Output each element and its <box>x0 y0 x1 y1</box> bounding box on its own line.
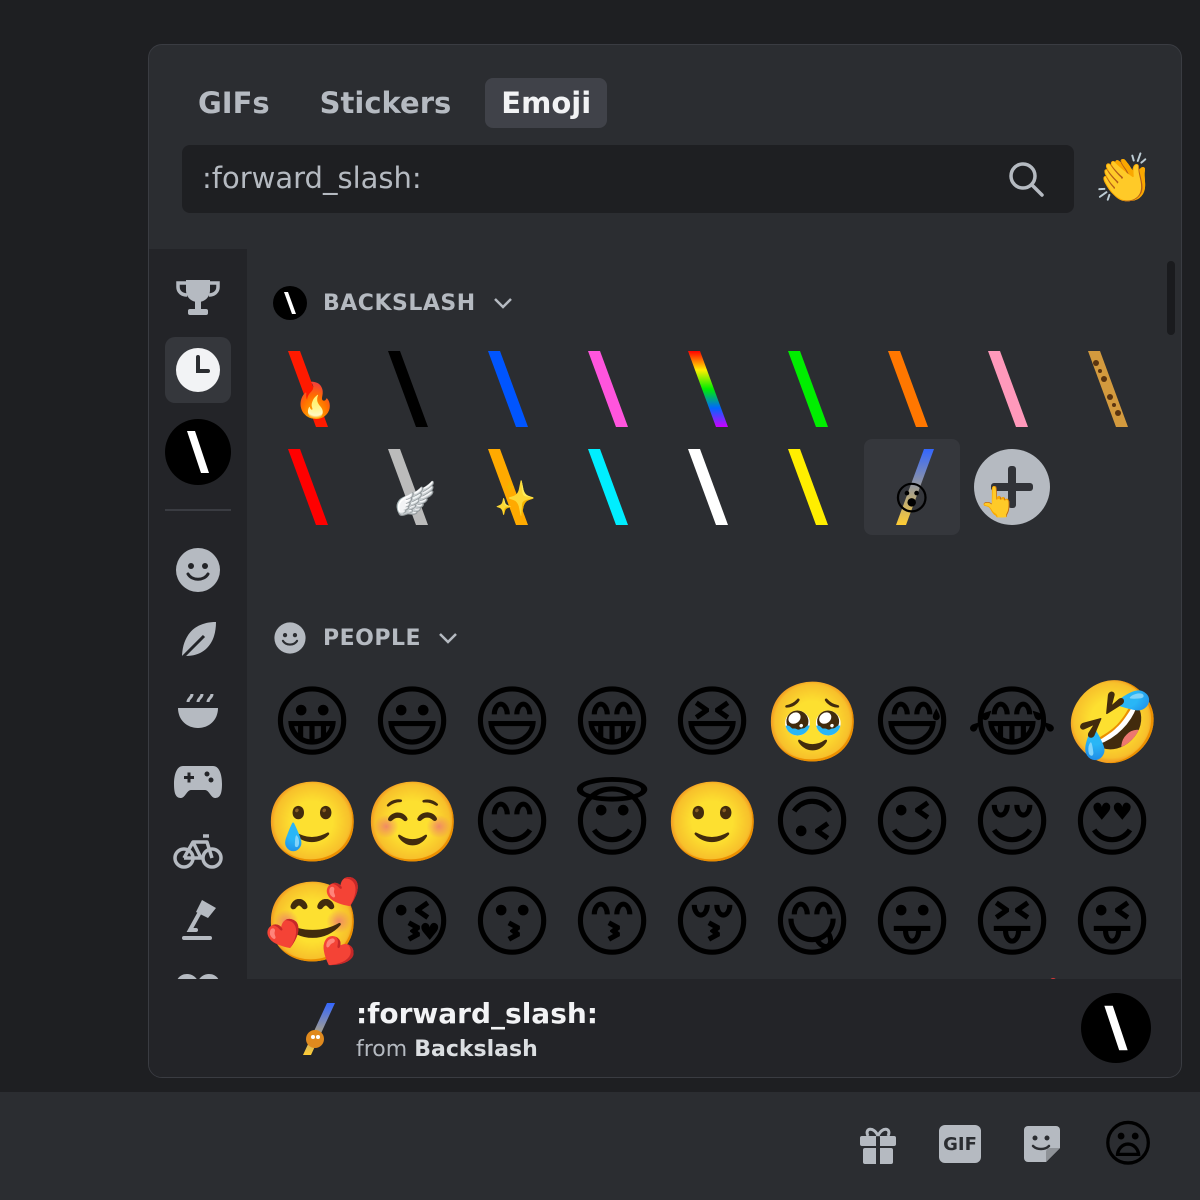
people-emoji[interactable]: 😂 <box>964 675 1060 771</box>
chevron-down-icon <box>439 633 457 644</box>
leopard-slash-emoji[interactable] <box>1064 341 1160 437</box>
category-label: PEOPLE <box>323 625 422 651</box>
people-emoji[interactable]: 😃 <box>364 675 460 771</box>
people-emoji[interactable]: 😀 <box>264 675 360 771</box>
people-emoji[interactable]: 😊 <box>464 775 560 871</box>
bicycle-icon[interactable] <box>165 817 231 883</box>
scrollbar-thumb[interactable] <box>1167 261 1175 335</box>
people-emoji[interactable]: 😉 <box>864 775 960 871</box>
green-slash-emoji[interactable] <box>764 341 860 437</box>
people-emoji[interactable]: 😚 <box>664 875 760 971</box>
from-server: Backslash <box>414 1037 538 1062</box>
emoji-picker: GIFs Stickers Emoji :forward_slash: 👏 BA… <box>148 44 1182 1078</box>
people-emoji[interactable]: 😘 <box>364 875 460 971</box>
backslash-server-icon[interactable] <box>165 419 231 485</box>
people-emoji[interactable]: 😇 <box>564 775 660 871</box>
backslash-server-icon <box>273 286 307 320</box>
magenta-slash-emoji[interactable] <box>564 341 660 437</box>
people-emoji[interactable]: 😁 <box>564 675 660 771</box>
people-emoji[interactable]: 😅 <box>864 675 960 771</box>
blue-slash-emoji[interactable] <box>464 341 560 437</box>
lamp-icon[interactable] <box>165 887 231 953</box>
preview-emoji-source: from Backslash <box>356 1037 538 1062</box>
white-slash-emoji[interactable] <box>664 439 760 535</box>
category-header-backslash[interactable]: BACKSLASH <box>273 286 514 320</box>
search-input[interactable]: :forward_slash: <box>182 145 1074 213</box>
gif-label: GIF <box>939 1125 981 1163</box>
gamepad-icon[interactable] <box>165 747 231 813</box>
people-emoji[interactable]: 😝 <box>964 875 1060 971</box>
people-emoji[interactable]: 😗 <box>464 875 560 971</box>
tab-stickers[interactable]: Stickers <box>304 78 468 128</box>
category-label: BACKSLASH <box>323 290 476 316</box>
smiley-icon[interactable] <box>165 537 231 603</box>
star-slash-emoji[interactable]: ✨ <box>464 439 560 535</box>
people-emoji[interactable]: 😆 <box>664 675 760 771</box>
pink-slash-emoji[interactable] <box>964 341 1060 437</box>
people-emoji[interactable]: 😜 <box>1064 875 1160 971</box>
category-header-people[interactable]: PEOPLE <box>273 621 459 655</box>
emoji-button[interactable]: 😦 <box>1098 1114 1158 1174</box>
fire-slash-emoji[interactable]: 🔥 <box>264 341 360 437</box>
people-emoji[interactable]: 🥲 <box>264 775 361 871</box>
yellow-slash-emoji[interactable] <box>764 439 860 535</box>
emoji-overlay: 🪽 <box>394 479 437 519</box>
people-emoji[interactable]: 😙 <box>564 875 660 971</box>
tab-emoji[interactable]: Emoji <box>485 78 608 128</box>
smiley-icon <box>274 622 306 654</box>
emoji-overlay: ✨ <box>494 479 537 519</box>
emoji-overlay: 😮 <box>894 479 930 519</box>
winged-slash-emoji[interactable]: 🪽 <box>364 439 460 535</box>
forward-slash-emoji-preview <box>303 1003 335 1055</box>
forward-slash-emoji[interactable]: 😮 <box>864 439 960 535</box>
gif-button[interactable]: GIF <box>934 1118 986 1170</box>
cyan-slash-emoji[interactable] <box>564 439 660 535</box>
people-emoji[interactable]: 😋 <box>764 875 860 971</box>
rainbow-slash-emoji[interactable] <box>664 341 760 437</box>
from-prefix: from <box>356 1037 408 1062</box>
trophy-icon[interactable] <box>165 265 231 331</box>
gift-icon[interactable] <box>852 1118 904 1170</box>
black-slash-emoji[interactable] <box>364 341 460 437</box>
people-emoji[interactable]: 😍 <box>1064 775 1160 871</box>
people-emoji[interactable]: 😛 <box>864 875 960 971</box>
screen: GIFs Stickers Emoji :forward_slash: 👏 BA… <box>0 0 1200 1200</box>
people-emoji[interactable]: 😄 <box>464 675 560 771</box>
sticker-icon[interactable] <box>1016 1118 1068 1170</box>
people-emoji[interactable]: 🥹 <box>764 675 861 771</box>
people-emoji[interactable]: 🙃 <box>764 775 860 871</box>
mouse-pointer-icon: 👆 <box>979 485 1017 520</box>
red-slash-emoji[interactable] <box>264 439 360 535</box>
orange-slash-emoji[interactable] <box>864 341 960 437</box>
emoji-grid-area[interactable]: BACKSLASH 🔥 🪽 ✨ 😮 👆 PEOPLE 😀 😃 😄 😁 😆 🥹 😅 😂 🤣 🥲 ☺️ 😊 😇 🙂 🙃 😉… <box>247 249 1181 979</box>
backslash-server-icon <box>1081 993 1151 1063</box>
chevron-down-icon <box>493 298 512 309</box>
people-emoji[interactable]: 😌 <box>964 775 1060 871</box>
people-emoji[interactable]: 🥰 <box>264 875 361 971</box>
food-bowl-icon[interactable] <box>165 677 231 743</box>
message-composer-bar: GIF 😦 <box>0 1092 1200 1200</box>
search-icon[interactable] <box>1006 159 1046 199</box>
people-emoji[interactable]: 🙂 <box>664 775 761 871</box>
sidebar-divider <box>165 509 231 511</box>
tab-gifs[interactable]: GIFs <box>182 78 286 128</box>
preview-emoji-name: :forward_slash: <box>356 997 598 1030</box>
leaf-icon[interactable] <box>165 607 231 673</box>
picker-tabs: GIFs Stickers Emoji <box>182 78 608 128</box>
search-input-value: :forward_slash: <box>202 161 422 195</box>
skin-tone-selector[interactable]: 👏 <box>1094 149 1154 209</box>
people-emoji[interactable]: ☺️ <box>364 775 461 871</box>
clock-icon[interactable] <box>165 337 231 403</box>
emoji-preview-footer: :forward_slash: from Backslash <box>149 979 1181 1077</box>
category-sidebar <box>149 249 247 1077</box>
people-emoji[interactable]: 🤣 <box>1064 675 1161 771</box>
emoji-overlay: 🔥 <box>294 381 337 421</box>
